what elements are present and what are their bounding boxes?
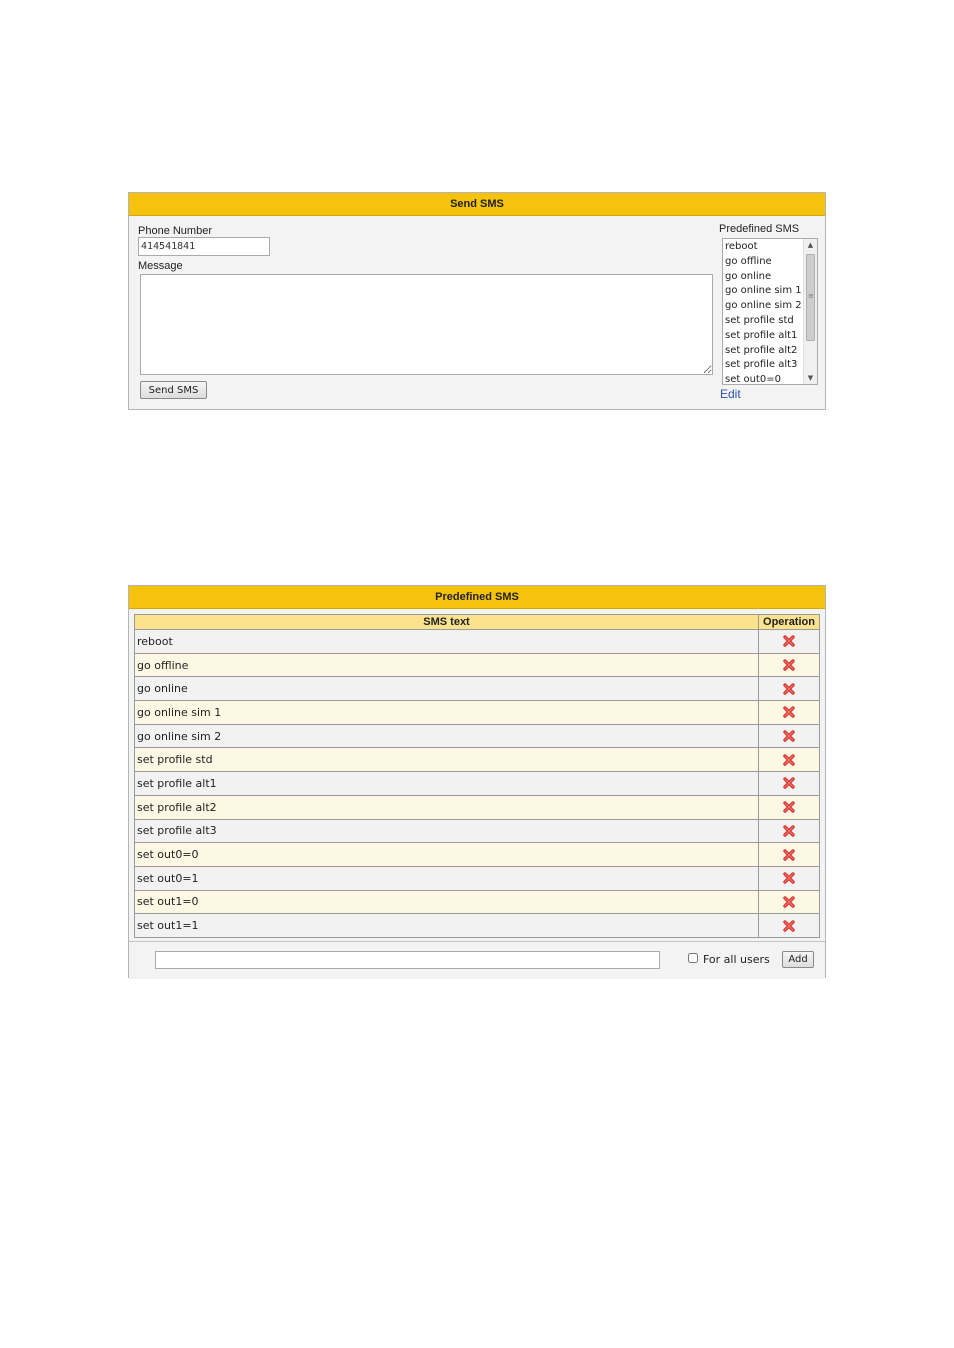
- edit-link[interactable]: Edit: [720, 387, 741, 401]
- message-textarea[interactable]: [140, 274, 713, 375]
- column-header-sms-text: SMS text: [134, 614, 759, 630]
- sms-text-cell: set out1=1: [134, 913, 759, 938]
- predefined-sms-options: reboot go offline go online go online sim 1…: [725, 240, 803, 384]
- new-sms-input[interactable]: [155, 951, 660, 969]
- listbox-option[interactable]: set profile alt2: [725, 344, 803, 359]
- table-row: reboot: [134, 629, 820, 654]
- scroll-up-arrow-icon[interactable]: ▲: [804, 239, 817, 251]
- delete-icon[interactable]: [782, 895, 796, 909]
- grip-icon: ≡: [808, 292, 814, 300]
- sms-text-cell: set out0=1: [134, 865, 759, 891]
- listbox-option[interactable]: go online: [725, 270, 803, 285]
- listbox-option[interactable]: go online sim 1: [725, 284, 803, 299]
- phone-number-input[interactable]: [138, 237, 270, 256]
- delete-icon[interactable]: [782, 848, 796, 862]
- listbox-option[interactable]: set profile alt3: [725, 358, 803, 373]
- delete-icon[interactable]: [782, 634, 796, 648]
- operation-cell: [758, 652, 820, 678]
- table-row: go offline: [134, 652, 820, 678]
- table-row: go online sim 1: [134, 700, 820, 725]
- operation-cell: [758, 676, 820, 702]
- sms-text-cell: set out1=0: [134, 889, 759, 915]
- sms-text-cell: go online sim 1: [134, 700, 759, 725]
- table-row: set profile std: [134, 747, 820, 773]
- delete-icon[interactable]: [782, 871, 796, 885]
- for-all-users-label: For all users: [703, 953, 770, 966]
- listbox-scrollbar[interactable]: ▲ ≡ ▼: [803, 239, 817, 384]
- sms-text-cell: set profile alt3: [134, 818, 759, 844]
- sms-text-cell: go online: [134, 676, 759, 702]
- sms-text-cell: go online sim 2: [134, 723, 759, 749]
- send-sms-title: Send SMS: [129, 193, 825, 216]
- table-row: set profile alt1: [134, 771, 820, 796]
- delete-icon[interactable]: [782, 800, 796, 814]
- phone-number-label: Phone Number: [138, 225, 212, 237]
- operation-cell: [758, 629, 820, 654]
- delete-icon[interactable]: [782, 824, 796, 838]
- sms-text-cell: set out0=0: [134, 842, 759, 867]
- table-row: set out0=0: [134, 842, 820, 867]
- listbox-option[interactable]: set profile std: [725, 314, 803, 329]
- listbox-option[interactable]: set profile alt1: [725, 329, 803, 344]
- delete-icon[interactable]: [782, 753, 796, 767]
- sms-text-cell: set profile alt1: [134, 771, 759, 796]
- send-sms-button[interactable]: Send SMS: [140, 381, 207, 399]
- column-header-operation: Operation: [758, 614, 820, 630]
- operation-cell: [758, 842, 820, 867]
- delete-icon[interactable]: [782, 682, 796, 696]
- table-row: set out1=0: [134, 889, 820, 915]
- predefined-sms-rows: reboot go offline go online go online sim 1…: [134, 629, 820, 938]
- table-row: go online sim 2: [134, 723, 820, 749]
- operation-cell: [758, 747, 820, 773]
- operation-cell: [758, 771, 820, 796]
- listbox-option[interactable]: reboot: [725, 240, 803, 255]
- operation-cell: [758, 700, 820, 725]
- delete-icon[interactable]: [782, 729, 796, 743]
- delete-icon[interactable]: [782, 776, 796, 790]
- operation-cell: [758, 723, 820, 749]
- message-label: Message: [138, 260, 183, 272]
- listbox-option[interactable]: go offline: [725, 255, 803, 270]
- listbox-option[interactable]: go online sim 2: [725, 299, 803, 314]
- table-row: set profile alt2: [134, 794, 820, 820]
- delete-icon[interactable]: [782, 705, 796, 719]
- operation-cell: [758, 865, 820, 891]
- sms-text-cell: reboot: [134, 629, 759, 654]
- table-row: go online: [134, 676, 820, 702]
- predefined-sms-title: Predefined SMS: [129, 586, 825, 609]
- predefined-sms-label: Predefined SMS: [719, 223, 800, 235]
- operation-cell: [758, 818, 820, 844]
- send-sms-panel: Send SMS Phone Number Message Send SMS P…: [128, 192, 826, 410]
- scroll-thumb[interactable]: ≡: [806, 254, 815, 341]
- sms-text-cell: set profile alt2: [134, 794, 759, 820]
- scroll-down-arrow-icon[interactable]: ▼: [804, 372, 817, 384]
- operation-cell: [758, 794, 820, 820]
- sms-text-cell: go offline: [134, 652, 759, 678]
- operation-cell: [758, 889, 820, 915]
- add-sms-bar: For all users Add: [129, 941, 825, 979]
- delete-icon[interactable]: [782, 658, 796, 672]
- for-all-users-checkbox[interactable]: [688, 953, 698, 963]
- operation-cell: [758, 913, 820, 938]
- predefined-sms-listbox[interactable]: reboot go offline go online go online sim 1…: [722, 238, 818, 385]
- table-row: set out1=1: [134, 913, 820, 938]
- listbox-option[interactable]: set out0=0: [725, 373, 803, 384]
- add-button[interactable]: Add: [782, 951, 814, 968]
- delete-icon[interactable]: [782, 919, 796, 933]
- sms-text-cell: set profile std: [134, 747, 759, 773]
- table-row: set out0=1: [134, 865, 820, 891]
- predefined-sms-panel: Predefined SMS SMS text Operation reboot…: [128, 585, 826, 979]
- predefined-sms-table: SMS text Operation reboot go offline go on…: [134, 614, 820, 938]
- table-row: set profile alt3: [134, 818, 820, 844]
